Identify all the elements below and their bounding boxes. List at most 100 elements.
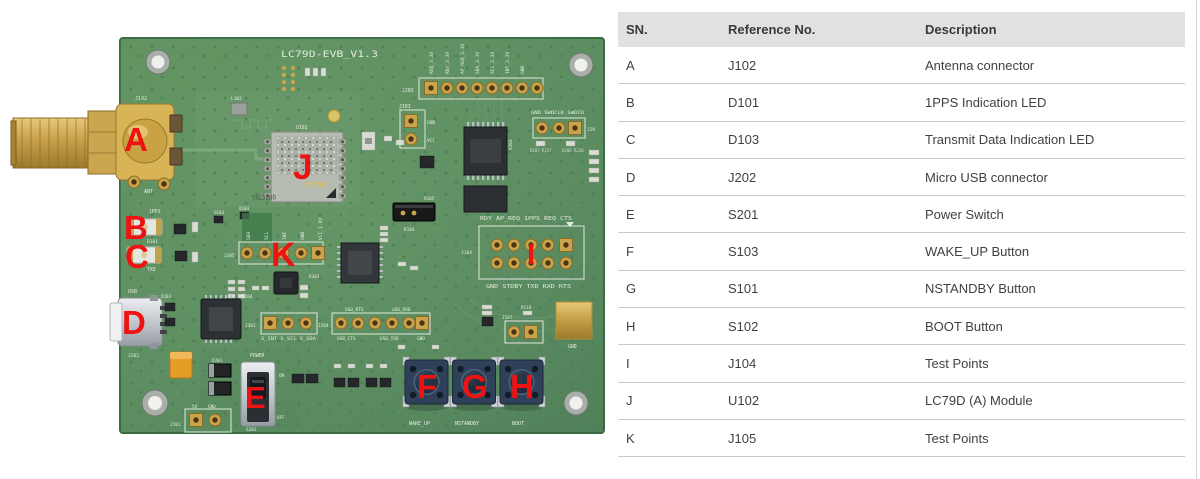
- cell-sn: G: [618, 270, 720, 307]
- cell-description: 1PPS Indication LED: [917, 84, 1185, 121]
- silk-j104: J104: [461, 250, 472, 256]
- table-header-row: SN. Reference No. Description: [618, 12, 1185, 47]
- silk-1pps: 1PPS: [149, 209, 161, 215]
- cell-reference: D103: [720, 121, 917, 158]
- marker-f: F: [417, 368, 437, 405]
- table-row: G S101 NSTANDBY Button: [618, 270, 1185, 307]
- silk-j103-vcc: VCC: [427, 138, 436, 144]
- table-row: D J202 Micro USB connector: [618, 158, 1185, 195]
- cell-description: BOOT Button: [917, 308, 1185, 345]
- cell-description: WAKE_UP Button: [917, 233, 1185, 270]
- col-header-description: Description: [917, 12, 1185, 47]
- j203-pin-label: INT_3.3V: [505, 52, 511, 74]
- marker-a: A: [124, 121, 148, 158]
- cell-sn: B: [618, 84, 720, 121]
- silk-j201: J201: [170, 422, 181, 428]
- silk-j104-top: RDY AP_REQ 1PPS REQ CTS: [480, 216, 572, 222]
- cell-reference: U102: [720, 382, 917, 419]
- j105-pin-label: VCC_1.8V: [318, 218, 324, 240]
- silk-j105: J105: [224, 253, 235, 259]
- j203-pin-label: RDY_3.3V: [445, 52, 451, 74]
- through-hole-pad: [158, 178, 170, 190]
- cell-reference: D101: [720, 84, 917, 121]
- silk-d203: D203: [161, 294, 172, 299]
- cell-sn: A: [618, 47, 720, 84]
- cell-sn: J: [618, 382, 720, 419]
- cell-reference: S102: [720, 308, 917, 345]
- cell-reference: S101: [720, 270, 917, 307]
- j203-pin-label: GND: [520, 65, 526, 74]
- silk-r104: R104: [404, 227, 415, 233]
- cell-sn: E: [618, 196, 720, 233]
- silk-j103-gnd: GND: [427, 120, 436, 126]
- marker-h: H: [510, 368, 534, 405]
- silk-q104: Q104: [239, 206, 250, 211]
- silk-swd-labels: GND SWDCLK SWDIO: [531, 110, 584, 116]
- tantalum-capacitor: [170, 352, 192, 378]
- marker-e: E: [245, 380, 266, 415]
- cell-description: Test Points: [917, 419, 1185, 456]
- cell-description: Micro USB connector: [917, 158, 1185, 195]
- cell-sn: I: [618, 345, 720, 382]
- cell-reference: J102: [720, 47, 917, 84]
- silk-usb: USB: [128, 289, 137, 295]
- sma-antenna-connector: J102 ANT: [11, 96, 182, 195]
- silk-j301: J301: [245, 323, 256, 329]
- col-header-reference: Reference No.: [720, 12, 917, 47]
- cell-sn: K: [618, 419, 720, 456]
- silk-j204-gnd: GND: [417, 336, 425, 342]
- screenshot-root: LC79D-EVB_V1.3 J102 ANT: [0, 0, 1200, 479]
- marker-j: J: [293, 148, 312, 187]
- silk-ant: ANT: [144, 189, 153, 195]
- cell-sn: F: [618, 233, 720, 270]
- cell-description: LC79D (A) Module: [917, 382, 1185, 419]
- marker-c: C: [125, 238, 149, 275]
- silk-l102: L102: [231, 96, 242, 102]
- silk-u204: U204: [242, 294, 253, 300]
- silk-u102: U102: [296, 125, 308, 131]
- j105-pin-label: SCL: [264, 231, 270, 240]
- component-table: SN. Reference No. Description A J102 Ant…: [618, 12, 1185, 457]
- component-table-panel: SN. Reference No. Description A J102 Ant…: [618, 12, 1185, 457]
- marker-d: D: [122, 304, 146, 341]
- cell-sn: H: [618, 308, 720, 345]
- silk-j301-labels: S_INT S_SCL S_SDA: [261, 336, 316, 342]
- silk-boot: BOOT: [512, 421, 524, 427]
- silk-j102: J102: [135, 96, 147, 102]
- silk-r118: R118: [521, 305, 532, 310]
- cell-description: NSTANDBY Button: [917, 270, 1185, 307]
- marker-k: K: [271, 236, 296, 274]
- cell-sn: C: [618, 121, 720, 158]
- silk-d206: D206 R236: [562, 148, 584, 153]
- silk-usb-txd: USB_TXD: [380, 336, 399, 342]
- j203-pin-label: SDA_3.3V: [475, 52, 481, 74]
- j203-pin-label: AP_REQ_3.3V: [460, 43, 466, 74]
- pcb-board-svg: LC79D-EVB_V1.3 J102 ANT: [0, 0, 612, 479]
- silk-usb-rts: USB_RTS: [345, 307, 364, 313]
- silk-q103: Q103: [214, 210, 225, 215]
- cell-description: Test Points: [917, 345, 1185, 382]
- silk-j104-bottom: GND STDBY TXD RXD RTS: [486, 284, 571, 290]
- silk-wake-up: WAKE_UP: [409, 421, 430, 427]
- module-brand-label: QUECTEL: [250, 193, 276, 200]
- col-header-sn: SN.: [618, 12, 720, 47]
- table-row: A J102 Antenna connector: [618, 47, 1185, 84]
- silk-d201: D201: [212, 358, 223, 364]
- silk-j103: J103: [399, 104, 411, 110]
- silk-v203: V203: [508, 139, 514, 150]
- j105-pin-label: GND: [300, 231, 306, 240]
- silk-j204: J204: [318, 323, 329, 329]
- table-row: B D101 1PPS Indication LED: [618, 84, 1185, 121]
- silk-s201: S201: [246, 427, 257, 433]
- gold-fiducial: [328, 110, 340, 122]
- table-row: I J104 Test Points: [618, 345, 1185, 382]
- silk-gnd-pad: GND: [568, 344, 577, 350]
- silk-off: OFF: [277, 415, 285, 421]
- cell-reference: S201: [720, 196, 917, 233]
- silk-d207: D207 R237: [530, 148, 552, 153]
- cell-reference: J104: [720, 345, 917, 382]
- cell-reference: J105: [720, 419, 917, 456]
- silk-j203: J203: [402, 88, 414, 94]
- cell-reference: J202: [720, 158, 917, 195]
- j203-pin-label: SCL_3.3V: [490, 52, 496, 74]
